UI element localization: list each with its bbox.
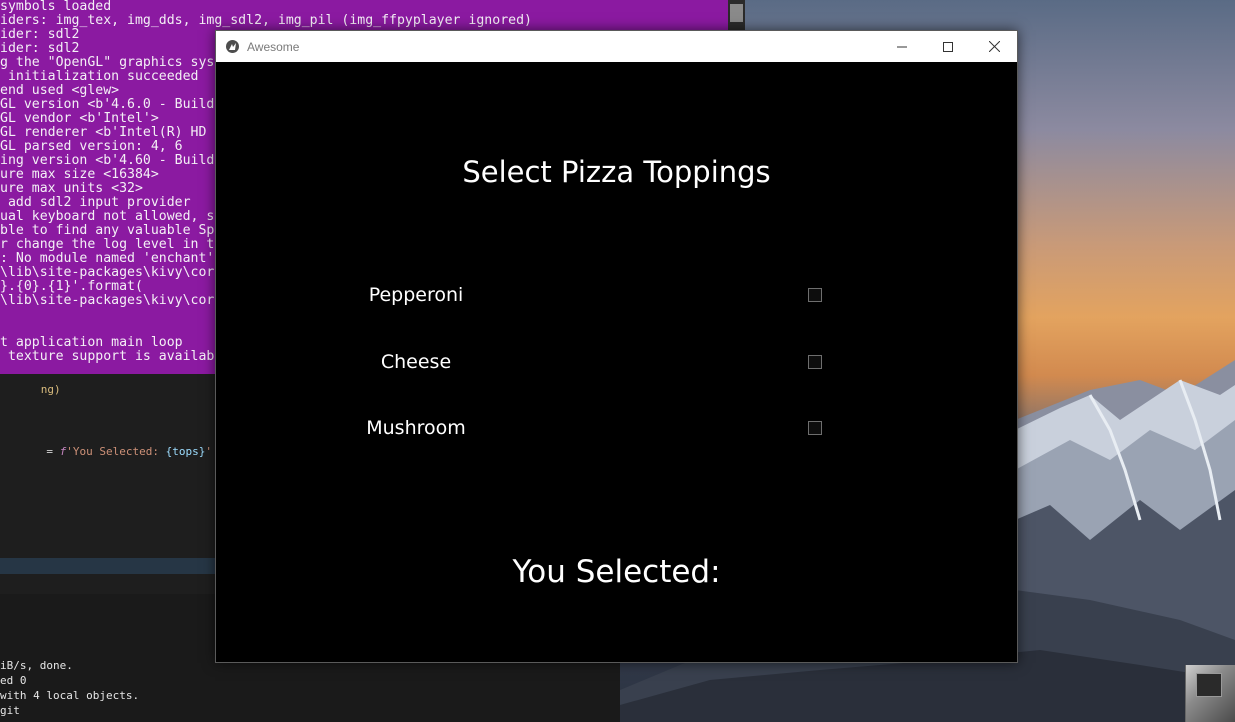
minimize-icon	[897, 46, 907, 47]
window-titlebar[interactable]: Awesome	[216, 31, 1017, 62]
kivy-app-icon	[226, 40, 239, 53]
window-title: Awesome	[247, 39, 300, 54]
terminal-line: git	[0, 704, 20, 717]
code-string: 'You Selected:	[66, 445, 166, 458]
taskbar-thumbnail[interactable]	[1185, 665, 1235, 722]
close-icon	[988, 41, 1000, 52]
app-window[interactable]: Awesome Select Pizza Toppings Pepperoni …	[215, 30, 1018, 663]
thumbnail-preview	[1196, 673, 1222, 697]
minimize-button[interactable]	[879, 31, 925, 62]
topping-checkbox[interactable]	[808, 355, 822, 369]
code-variable: {tops}	[165, 445, 206, 458]
topping-label: Mushroom	[366, 417, 466, 439]
code-fragment-text: ng)	[40, 383, 61, 396]
app-content: Select Pizza Toppings Pepperoni Cheese Mus…	[216, 62, 1017, 662]
code-operator: =	[39, 445, 60, 458]
maximize-button[interactable]	[925, 31, 971, 62]
console-line: symbols loaded	[0, 0, 112, 14]
topping-checkbox[interactable]	[808, 421, 822, 435]
topping-label: Pepperoni	[368, 284, 464, 306]
desktop: symbols loaded iders: img_tex, img_dds, i…	[0, 0, 1235, 722]
code-string-end: '	[205, 445, 212, 458]
close-button[interactable]	[971, 31, 1017, 62]
console-line: iders: img_tex, img_dds, img_sdl2, img_p…	[0, 13, 532, 28]
terminal-line: with 4 local objects.	[0, 689, 140, 702]
page-title: Select Pizza Toppings	[462, 155, 771, 189]
maximize-icon	[943, 41, 953, 52]
topping-label: Cheese	[380, 351, 452, 373]
topping-checkbox[interactable]	[808, 288, 822, 302]
selection-result-label: You Selected:	[512, 554, 721, 590]
code-fragment-top: ng)	[1, 374, 61, 409]
window-controls	[879, 31, 1017, 62]
terminal-line: ed 0	[0, 674, 27, 687]
console-scrollbar-thumb[interactable]	[730, 4, 743, 22]
code-line-result: = f'You Selected: {tops}'	[0, 432, 212, 471]
